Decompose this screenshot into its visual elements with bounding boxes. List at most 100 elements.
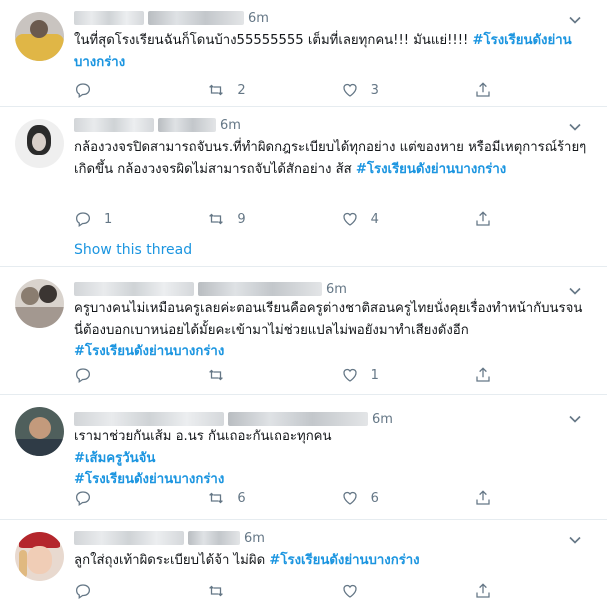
display-name-redacted[interactable] (74, 412, 224, 426)
username-redacted[interactable] (228, 412, 368, 426)
tweet-text: ลูกใส่ถุงเท้าผิดระเบียบได้จ้า ไม่ผิด #โร… (74, 550, 589, 572)
tweet-body: ในที่สุดโรงเรียนฉันก็โดนบ้าง55555555 เต็… (74, 33, 473, 48)
retweet-button[interactable] (207, 582, 340, 600)
hashtag-link[interactable]: #โรงเรียนดังย่านบางกร่าง (74, 472, 224, 487)
retweet-count: 2 (237, 82, 246, 98)
tweet[interactable]: 6m เรามาช่วยกันเส้ม อ.นร กันเถอะกันเถอะท… (0, 395, 607, 520)
heart-icon (343, 368, 357, 382)
username-redacted[interactable] (198, 282, 322, 296)
tweet[interactable]: 6m กล้องวงจรปิดสามารถจับนร.ที่ทำผิดกฎระเ… (0, 107, 607, 267)
tweet-feed: 6m ในที่สุดโรงเรียนฉันก็โดนบ้าง55555555 … (0, 0, 607, 612)
tweet[interactable]: 6m ในที่สุดโรงเรียนฉันก็โดนบ้าง55555555 … (0, 0, 607, 107)
retweet-button[interactable]: 2 (207, 81, 340, 99)
reply-icon (75, 368, 91, 383)
tweet-header: 6m (74, 279, 347, 299)
username-redacted[interactable] (188, 531, 240, 545)
tweet-body: ลูกใส่ถุงเท้าผิดระเบียบได้จ้า ไม่ผิด (74, 553, 270, 568)
tweet-actions: 1 (74, 364, 504, 386)
display-name-redacted[interactable] (74, 282, 194, 296)
reply-icon (75, 491, 91, 506)
tweet-header: 6m (74, 528, 265, 548)
chevron-down-icon[interactable] (565, 10, 585, 30)
tweet-timestamp[interactable]: 6m (326, 282, 347, 297)
reply-icon (75, 212, 91, 227)
chevron-down-icon[interactable] (565, 530, 585, 550)
tweet-actions: 2 3 (74, 79, 504, 101)
tweet-text: ครูบางคนไม่เหมือนครูเลยค่ะตอนเรียนคือครู… (74, 298, 589, 363)
like-button[interactable] (341, 582, 474, 600)
tweet-actions: 6 6 (74, 487, 504, 509)
retweet-count: 6 (237, 490, 246, 506)
retweet-icon (209, 213, 224, 225)
chevron-down-icon[interactable] (565, 117, 585, 137)
like-count: 3 (370, 82, 379, 98)
tweet[interactable]: 6m ลูกใส่ถุงเท้าผิดระเบียบได้จ้า ไม่ผิด … (0, 520, 607, 612)
like-button[interactable]: 6 (341, 489, 474, 507)
share-button[interactable] (474, 366, 504, 384)
tweet-actions (74, 580, 504, 602)
retweet-icon (209, 84, 224, 96)
avatar[interactable] (15, 532, 64, 581)
retweet-button[interactable]: 9 (207, 210, 340, 228)
avatar[interactable] (15, 119, 64, 168)
share-icon (476, 490, 490, 505)
like-button[interactable]: 1 (341, 366, 474, 384)
avatar[interactable] (15, 407, 64, 456)
like-button[interactable]: 4 (341, 210, 474, 228)
retweet-button[interactable]: 6 (207, 489, 340, 507)
share-button[interactable] (474, 81, 504, 99)
heart-icon (343, 212, 357, 226)
tweet-header: 6m (74, 115, 241, 135)
tweet-timestamp[interactable]: 6m (220, 118, 241, 133)
reply-button[interactable]: 1 (74, 210, 207, 228)
retweet-count: 9 (237, 211, 246, 227)
heart-icon (343, 584, 357, 598)
tweet[interactable]: 6m ครูบางคนไม่เหมือนครูเลยค่ะตอนเรียนคือ… (0, 267, 607, 395)
share-button[interactable] (474, 489, 504, 507)
share-icon (476, 583, 490, 598)
retweet-icon (209, 492, 224, 504)
avatar[interactable] (15, 279, 64, 328)
share-button[interactable] (474, 210, 504, 228)
show-thread-link[interactable]: Show this thread (74, 242, 192, 258)
heart-icon (343, 83, 357, 97)
like-count: 1 (370, 367, 379, 383)
reply-icon (75, 83, 91, 98)
username-redacted[interactable] (158, 118, 216, 132)
share-icon (476, 82, 490, 97)
tweet-text: ในที่สุดโรงเรียนฉันก็โดนบ้าง55555555 เต็… (74, 30, 589, 73)
hashtag-link[interactable]: #เส้มครูวันจัน (74, 451, 155, 466)
username-redacted[interactable] (148, 11, 244, 25)
tweet-body: เรามาช่วยกันเส้ม อ.นร กันเถอะกันเถอะทุกค… (74, 429, 332, 444)
tweet-text: กล้องวงจรปิดสามารถจับนร.ที่ทำผิดกฎระเบีย… (74, 137, 589, 180)
tweet-body: ครูบางคนไม่เหมือนครูเลยค่ะตอนเรียนคือครู… (74, 301, 583, 338)
reply-button[interactable] (74, 489, 207, 507)
tweet-timestamp[interactable]: 6m (248, 11, 269, 26)
like-count: 4 (370, 211, 379, 227)
reply-button[interactable] (74, 366, 207, 384)
retweet-button[interactable] (207, 366, 340, 384)
reply-button[interactable] (74, 582, 207, 600)
share-icon (476, 367, 490, 382)
like-button[interactable]: 3 (341, 81, 474, 99)
share-button[interactable] (474, 582, 504, 600)
hashtag-link[interactable]: #โรงเรียนดังย่านบางกร่าง (356, 162, 506, 177)
tweet-header: 6m (74, 8, 269, 28)
tweet-body: กล้องวงจรปิดสามารถจับนร.ที่ทำผิดกฎระเบีย… (74, 140, 587, 177)
hashtag-link[interactable]: #โรงเรียนดังย่านบางกร่าง (74, 344, 224, 359)
tweet-timestamp[interactable]: 6m (244, 531, 265, 546)
share-icon (476, 211, 490, 226)
display-name-redacted[interactable] (74, 11, 144, 25)
tweet-actions: 1 9 4 (74, 208, 504, 230)
retweet-icon (209, 369, 224, 381)
reply-icon (75, 584, 91, 599)
tweet-timestamp[interactable]: 6m (372, 412, 393, 427)
display-name-redacted[interactable] (74, 118, 154, 132)
reply-button[interactable] (74, 81, 207, 99)
retweet-icon (209, 585, 224, 597)
heart-icon (343, 491, 357, 505)
display-name-redacted[interactable] (74, 531, 184, 545)
hashtag-link[interactable]: #โรงเรียนดังย่านบางกร่าง (269, 553, 419, 568)
avatar[interactable] (15, 12, 64, 61)
like-count: 6 (370, 490, 379, 506)
